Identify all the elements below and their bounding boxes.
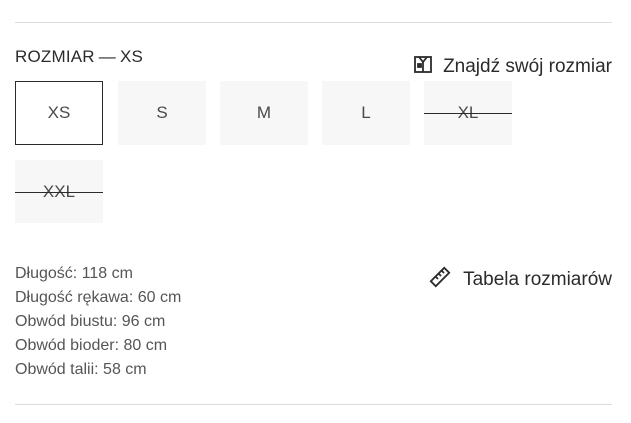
selected-size-value: XS bbox=[120, 47, 144, 66]
measurement-sleeve-length: Długość rękawa: 60 cm bbox=[15, 289, 182, 306]
measurement-bust: Obwód biustu: 96 cm bbox=[15, 313, 166, 330]
measurement-length: Długość: 118 cm bbox=[15, 265, 133, 282]
shirt-icon bbox=[413, 54, 433, 80]
size-option-xs[interactable]: XS bbox=[15, 81, 103, 145]
top-divider bbox=[15, 22, 612, 23]
find-your-size-link[interactable]: Znajdź swój rozmiar bbox=[413, 54, 612, 80]
size-chart-label: Tabela rozmiarów bbox=[463, 269, 612, 290]
measurements-list: Długość: 118 cm Długość rękawa: 60 cm Ob… bbox=[15, 262, 181, 382]
find-your-size-label: Znajdź swój rozmiar bbox=[443, 56, 612, 77]
size-heading: ROZMIAR — XS bbox=[15, 47, 144, 66]
size-option-m[interactable]: M bbox=[220, 81, 308, 145]
size-option-xl[interactable]: XL bbox=[424, 81, 512, 145]
measurement-waist: Obwód talii: 58 cm bbox=[15, 361, 147, 378]
bottom-divider bbox=[15, 404, 612, 405]
size-option-l[interactable]: L bbox=[322, 81, 410, 145]
size-option-s[interactable]: S bbox=[118, 81, 206, 145]
size-chart-link[interactable]: Tabela rozmiarów bbox=[429, 266, 612, 294]
ruler-icon bbox=[429, 266, 451, 294]
size-heading-label: ROZMIAR bbox=[15, 47, 95, 66]
measurement-hips: Obwód bioder: 80 cm bbox=[15, 337, 168, 354]
size-option-xxl[interactable]: XXL bbox=[15, 160, 103, 223]
